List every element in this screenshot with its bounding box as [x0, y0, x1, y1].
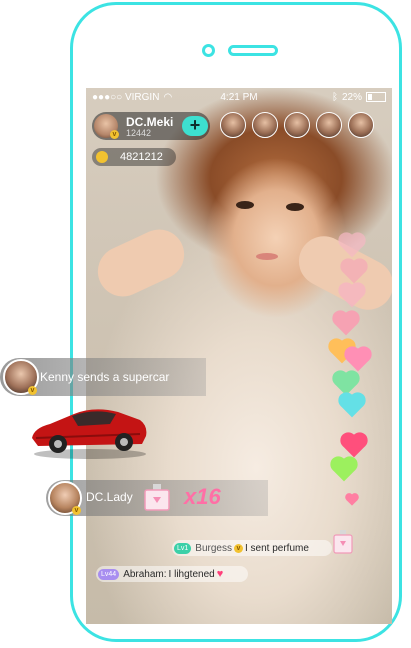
heart-icon	[340, 284, 364, 308]
chat-text: I lihgtened	[168, 568, 215, 580]
heart-icon	[342, 434, 366, 458]
viewer-avatar[interactable]	[348, 112, 374, 138]
perfume-gift-icon	[144, 484, 170, 511]
level-badge: Lv44	[98, 568, 120, 580]
battery-icon	[366, 92, 386, 102]
viewer-avatar[interactable]	[284, 112, 310, 138]
heart-icon	[342, 260, 366, 284]
speaker-grille	[228, 45, 278, 56]
heart-icon	[346, 494, 358, 506]
vip-badge: v	[28, 386, 37, 395]
combo-gift-banner: v DC.Lady x16	[46, 480, 268, 516]
chat-message: Lv1 Burgess v I sent perfume	[172, 540, 332, 556]
heart-icon	[340, 234, 364, 258]
figure-eye-left	[236, 201, 254, 209]
viewer-avatars	[220, 112, 374, 138]
gift-notification: v Kenny sends a supercar	[0, 358, 206, 396]
camera-icon	[202, 44, 215, 57]
combo-count: x16	[184, 484, 221, 509]
figure-eye-right	[286, 203, 304, 211]
heart-icon	[332, 458, 356, 482]
coin-counter[interactable]: 4821212	[92, 148, 176, 166]
figure-lips	[256, 253, 278, 260]
chat-message: Lv44 Abraham: I lihgtened ♥	[96, 566, 248, 582]
perfume-gift-icon	[333, 530, 353, 554]
vip-badge: v	[72, 506, 81, 515]
supercar-gift-icon	[32, 409, 147, 459]
viewer-avatar[interactable]	[220, 112, 246, 138]
host-name: DC.Meki	[126, 115, 174, 129]
host-info[interactable]: v DC.Meki 12442 +	[92, 112, 210, 140]
viewer-avatar[interactable]	[316, 112, 342, 138]
chat-text: I sent perfume	[244, 542, 309, 554]
combo-sender-name: DC.Lady	[86, 490, 133, 504]
level-badge: Lv1	[174, 542, 192, 554]
follow-button[interactable]: +	[182, 116, 208, 136]
heart-icon	[334, 312, 358, 336]
heart-icon	[340, 394, 364, 418]
gift-message: Kenny sends a supercar	[40, 370, 170, 384]
bluetooth-icon: ᛒ	[331, 91, 338, 103]
vip-badge: v	[233, 543, 243, 553]
chat-username: Abraham:	[123, 568, 167, 580]
host-id: 12442	[126, 128, 152, 138]
heart-icon: ♥	[216, 568, 224, 580]
figure-arm-left	[89, 221, 193, 305]
viewer-avatar[interactable]	[252, 112, 278, 138]
chat-username: Burgess	[195, 542, 232, 554]
coin-count: 4821212	[120, 151, 163, 163]
heart-icon	[346, 348, 370, 372]
status-bar: ●●●○○ VIRGIN ◠ 4:21 PM ᛒ 22%	[86, 88, 392, 106]
battery-percent: 22%	[341, 91, 362, 103]
floating-hearts	[330, 230, 370, 510]
coin-icon	[96, 151, 108, 163]
host-vip-badge: v	[110, 130, 119, 139]
